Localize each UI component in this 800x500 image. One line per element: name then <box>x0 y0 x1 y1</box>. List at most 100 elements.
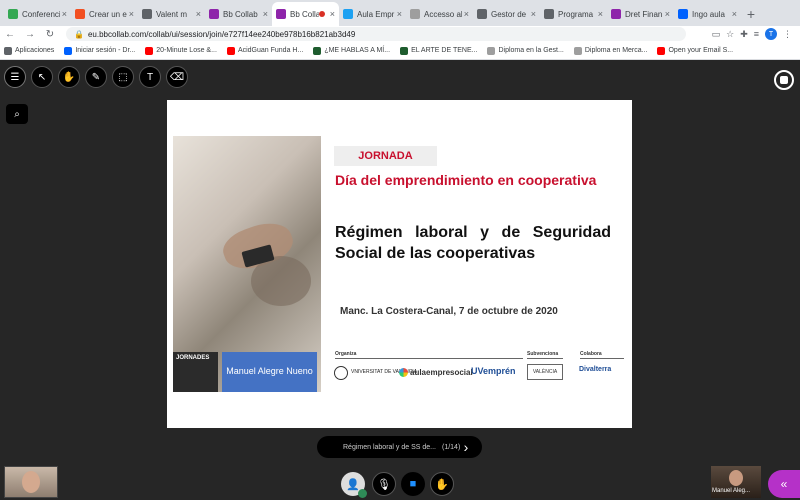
browser-tab[interactable]: Gestor de × <box>473 2 540 26</box>
stop-icon <box>780 76 788 84</box>
hand-icon: ✋ <box>62 71 76 83</box>
uv-seal-icon <box>334 366 348 380</box>
tab-label: Aula Empr <box>357 9 395 19</box>
bookmark-item[interactable]: 20-Minute Lose &... <box>145 46 217 55</box>
select-tool-button[interactable]: ↖ <box>31 66 53 88</box>
text-tool-button[interactable]: T <box>139 66 161 88</box>
presentation-slide: JORNADES Manuel Alegre Nueno JORNADA Día… <box>167 100 632 428</box>
remote-user-name: Manuel Aleg... <box>712 488 751 494</box>
browser-toolbar: ← → ↻ 🔒 eu.bbcollab.com/collab/ui/sessio… <box>0 26 800 42</box>
bookmark-item[interactable]: ¿ME HABLAS A MÍ... <box>313 46 391 55</box>
more-menu-icon[interactable]: ⋮ <box>783 29 792 40</box>
close-tab-icon[interactable]: × <box>263 9 268 19</box>
extension-icon[interactable]: ✚ <box>740 29 748 40</box>
place-date: Manc. La Costera-Canal, 7 de octubre de … <box>340 306 558 317</box>
tab-favicon-icon <box>611 9 621 19</box>
bookmark-item[interactable]: Diploma en Merca... <box>573 46 647 55</box>
tab-favicon-icon <box>410 9 420 19</box>
close-tab-icon[interactable]: × <box>397 9 402 19</box>
raise-hand-button[interactable]: ✋ <box>430 472 454 496</box>
browser-tab[interactable]: Valent m × <box>138 2 205 26</box>
bookmark-favicon-icon <box>573 46 582 55</box>
close-tab-icon[interactable]: × <box>665 9 670 19</box>
close-tab-icon[interactable]: × <box>531 9 536 19</box>
bookmark-item[interactable]: Diploma en la Gest... <box>487 46 564 55</box>
bookmark-favicon-icon <box>313 46 322 55</box>
browser-tab[interactable]: Crear un e × <box>71 2 138 26</box>
tab-label: Programa <box>558 9 594 19</box>
bookmark-label: Diploma en la Gest... <box>498 47 564 54</box>
self-video-thumbnail[interactable] <box>4 466 58 498</box>
next-slide-button[interactable]: › <box>456 437 476 457</box>
camera-button[interactable]: ■ <box>401 472 425 496</box>
close-tab-icon[interactable]: × <box>129 9 134 19</box>
bookmark-favicon-icon <box>400 46 409 55</box>
slide-title-red: Día del emprendimiento en cooperativa <box>335 172 597 188</box>
whiteboard-tools: ☰ ↖ ✋ ✎ ⬚ T ⌫ <box>4 66 188 88</box>
tab-label: Conferencia <box>22 9 60 19</box>
bookmark-item[interactable]: Aplicaciones <box>4 46 54 55</box>
close-tab-icon[interactable]: × <box>464 9 469 19</box>
browser-tab[interactable]: Dret Finan × <box>607 2 674 26</box>
star-icon[interactable]: ☆ <box>726 29 734 40</box>
slide-title-black: Régimen laboral y de Seguridad Social de… <box>335 224 611 262</box>
bookmark-favicon-icon <box>4 46 12 55</box>
close-tab-icon[interactable]: × <box>196 9 201 19</box>
profile-avatar[interactable]: T <box>765 28 777 40</box>
reload-icon[interactable]: ↻ <box>40 29 60 40</box>
jornada-tag: JORNADA <box>334 146 437 166</box>
raise-hand-icon: ✋ <box>435 478 449 491</box>
bookmark-label: EL ARTE DE TENE... <box>411 47 478 54</box>
video-camera-icon: ■ <box>409 478 417 490</box>
eraser-tool-button[interactable]: ⌫ <box>166 66 188 88</box>
microphone-off-icon: 🎙 <box>377 478 391 491</box>
pan-tool-button[interactable]: ✋ <box>58 66 80 88</box>
cast-icon[interactable]: ▭ <box>712 29 721 40</box>
back-arrow-icon[interactable]: ← <box>0 29 20 40</box>
browser-tab-bar: Conferencia×Crear un e×Valent m×Bb Colla… <box>0 0 800 26</box>
bookmark-item[interactable]: EL ARTE DE TENE... <box>400 46 478 55</box>
browser-tab[interactable]: Ingo aula × <box>674 2 741 26</box>
forward-arrow-icon[interactable]: → <box>20 29 40 40</box>
close-tab-icon[interactable]: × <box>598 9 603 19</box>
bookmark-label: ¿ME HABLAS A MÍ... <box>324 47 391 54</box>
aula-logo: aulaempresocial <box>399 368 473 377</box>
address-url: eu.bbcollab.com/collab/ui/session/join/e… <box>87 29 356 39</box>
browser-tab[interactable]: Aula Empr × <box>339 2 406 26</box>
bookmark-item[interactable]: Iniciar sesión - Dr... <box>64 46 135 55</box>
text-icon: T <box>146 71 154 83</box>
open-collaborate-panel-button[interactable]: « <box>768 470 800 498</box>
my-status-button[interactable]: 👤 <box>341 472 367 498</box>
browser-tab[interactable]: Bb Colla × <box>272 2 339 26</box>
pointer-icon: ↖ <box>37 71 47 83</box>
new-tab-button[interactable]: + <box>741 2 761 26</box>
tab-favicon-icon <box>343 9 353 19</box>
browser-tab[interactable]: Accesso al × <box>406 2 473 26</box>
double-chevron-left-icon: « <box>780 477 788 491</box>
close-tab-icon[interactable]: × <box>62 9 67 19</box>
tab-label: Ingo aula <box>692 9 725 19</box>
open-menu-button[interactable]: ☰ <box>4 66 26 88</box>
browser-tab[interactable]: Bb Collab × <box>205 2 272 26</box>
zoom-button[interactable]: ⌕ <box>6 104 28 124</box>
bookmark-label: AcidGuan Funda H... <box>237 47 304 54</box>
playlist-icon[interactable]: ≡ <box>754 29 759 39</box>
microphone-button[interactable]: 🎙 <box>372 472 396 496</box>
browser-tab[interactable]: Programa × <box>540 2 607 26</box>
shapes-tool-button[interactable]: ⬚ <box>112 66 134 88</box>
lock-icon: 🔒 <box>74 29 84 39</box>
tab-label: Gestor de <box>491 9 527 19</box>
browser-tab[interactable]: Conferencia× <box>4 2 71 26</box>
tab-favicon-icon <box>678 9 688 19</box>
tab-favicon-icon <box>209 9 219 19</box>
bookmark-item[interactable]: AcidGuan Funda H... <box>226 46 304 55</box>
close-tab-icon[interactable]: × <box>330 9 335 19</box>
address-bar[interactable]: 🔒 eu.bbcollab.com/collab/ui/session/join… <box>66 27 686 41</box>
stop-sharing-button[interactable] <box>774 70 794 90</box>
pen-tool-button[interactable]: ✎ <box>85 66 107 88</box>
tab-label: Valent m <box>156 9 187 19</box>
divalterra-logo: Divalterra <box>579 366 612 373</box>
bookmark-favicon-icon <box>64 46 73 55</box>
close-tab-icon[interactable]: × <box>732 9 737 19</box>
bookmark-item[interactable]: Open your Email S... <box>657 46 733 55</box>
